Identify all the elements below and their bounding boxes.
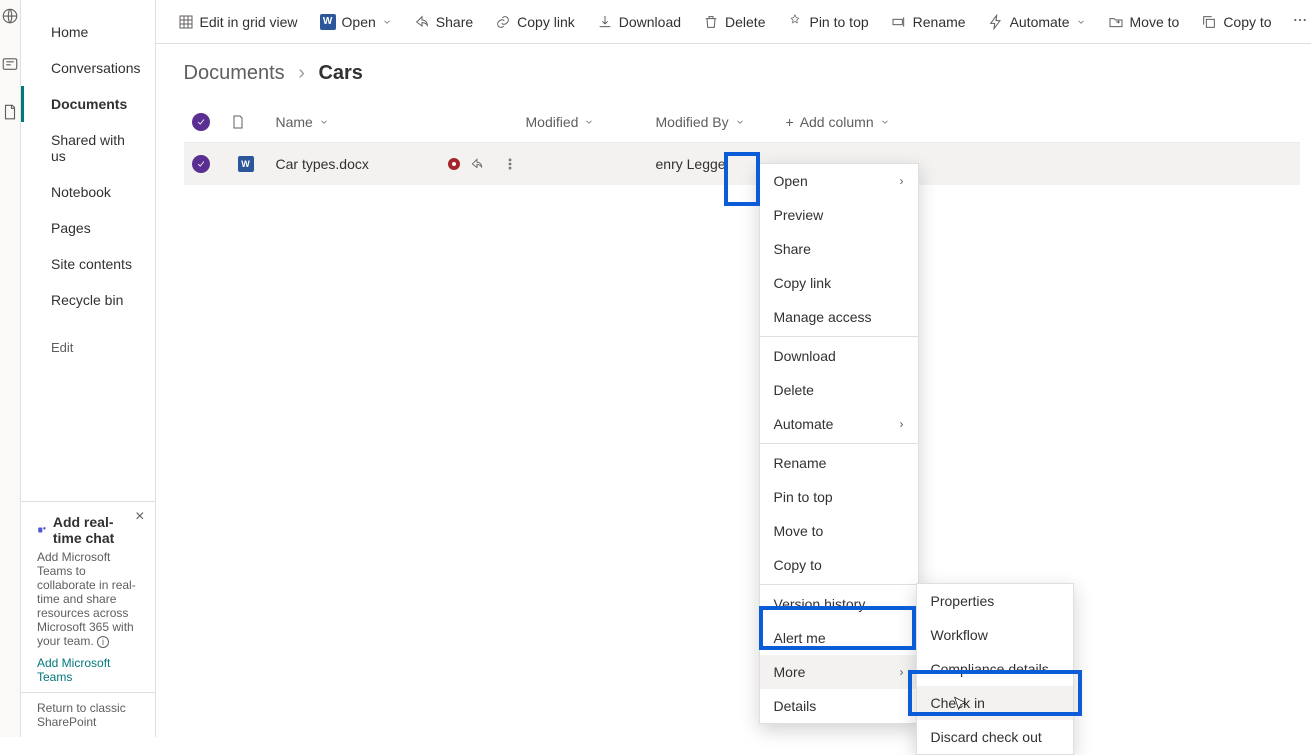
row-selected-icon[interactable] (192, 155, 210, 173)
nav-pages[interactable]: Pages (21, 210, 155, 246)
teams-promo-card: × Add real-time chat Add Microsoft Teams… (21, 501, 155, 692)
promo-body: Add Microsoft Teams to collaborate in re… (37, 550, 139, 648)
menu-divider (760, 336, 918, 337)
command-bar: Edit in grid view W Open Share Copy link… (156, 0, 1311, 44)
chevron-right-icon: › (900, 417, 904, 431)
menu-manage-access[interactable]: Manage access (760, 300, 918, 334)
nav-documents[interactable]: Documents (21, 86, 155, 122)
open-button[interactable]: W Open (310, 8, 402, 36)
name-column[interactable]: Name (276, 114, 526, 130)
nav-shared[interactable]: Shared with us (21, 122, 155, 174)
submenu-properties[interactable]: Properties (917, 584, 1073, 618)
rename-button[interactable]: Rename (881, 8, 976, 36)
nav-edit[interactable]: Edit (21, 318, 155, 365)
menu-more[interactable]: More› (760, 655, 918, 689)
check-icon (192, 113, 210, 131)
menu-alert-me[interactable]: Alert me (760, 621, 918, 655)
select-all[interactable] (184, 113, 230, 131)
menu-move[interactable]: Move to (760, 514, 918, 548)
chevron-down-icon (1076, 17, 1086, 27)
menu-open[interactable]: Open› (760, 164, 918, 198)
menu-divider (760, 584, 918, 585)
chevron-down-icon (382, 17, 392, 27)
list-header: Name Modified Modified By +Add column (184, 101, 1300, 143)
file-context-menu: Open› Preview Share Copy link Manage acc… (759, 163, 919, 724)
app-rail (0, 0, 21, 737)
copy-button[interactable]: Copy to (1191, 8, 1281, 36)
pin-button[interactable]: Pin to top (777, 8, 878, 36)
word-icon: W (320, 14, 336, 30)
submenu-check-in[interactable]: Check in (917, 686, 1073, 720)
menu-copy-link[interactable]: Copy link (760, 266, 918, 300)
close-icon[interactable]: × (135, 508, 144, 526)
nav-notebook[interactable]: Notebook (21, 174, 155, 210)
menu-pin[interactable]: Pin to top (760, 480, 918, 514)
menu-details[interactable]: Details (760, 689, 918, 723)
move-button[interactable]: Move to (1098, 8, 1190, 36)
nav-recycle-bin[interactable]: Recycle bin (21, 282, 155, 318)
share-icon[interactable] (470, 157, 484, 171)
breadcrumb: Documents › Cars (156, 44, 1311, 101)
file-row[interactable]: W Car types.docx enry Legge (184, 143, 1300, 185)
chevron-right-icon: › (900, 174, 904, 188)
menu-rename[interactable]: Rename (760, 446, 918, 480)
submenu-workflow[interactable]: Workflow (917, 618, 1073, 652)
menu-divider (760, 443, 918, 444)
breadcrumb-parent[interactable]: Documents (184, 62, 285, 84)
nav-home[interactable]: Home (21, 14, 155, 50)
menu-version-history[interactable]: Version history (760, 587, 918, 621)
menu-automate[interactable]: Automate› (760, 407, 918, 441)
promo-title: Add real-time chat (37, 514, 139, 546)
news-icon[interactable] (0, 54, 20, 74)
modified-by-column[interactable]: Modified By (656, 114, 786, 130)
nav-site-contents[interactable]: Site contents (21, 246, 155, 282)
modified-column[interactable]: Modified (526, 114, 656, 130)
cursor-icon (952, 696, 968, 712)
classic-link[interactable]: Return to classic SharePoint (21, 692, 155, 737)
site-nav: Home Conversations Documents Shared with… (21, 0, 156, 737)
download-button[interactable]: Download (587, 8, 691, 36)
delete-button[interactable]: Delete (693, 8, 775, 36)
globe-icon[interactable] (0, 6, 20, 26)
menu-preview[interactable]: Preview (760, 198, 918, 232)
file-list: Name Modified Modified By +Add column W … (156, 101, 1311, 185)
toolbar-overflow-button[interactable] (1284, 6, 1311, 37)
chevron-right-icon: › (900, 665, 904, 679)
breadcrumb-current: Cars (318, 62, 362, 84)
chevron-right-icon: › (298, 62, 305, 84)
automate-button[interactable]: Automate (978, 8, 1096, 36)
copy-link-button[interactable]: Copy link (485, 8, 585, 36)
file-name[interactable]: Car types.docx (276, 156, 369, 172)
more-submenu: Properties Workflow Compliance details C… (916, 583, 1074, 755)
menu-download[interactable]: Download (760, 339, 918, 373)
share-button[interactable]: Share (404, 8, 483, 36)
type-column[interactable] (230, 114, 276, 130)
page-icon[interactable] (0, 102, 20, 122)
menu-share[interactable]: Share (760, 232, 918, 266)
add-column-button[interactable]: +Add column (786, 114, 946, 130)
edit-grid-button[interactable]: Edit in grid view (168, 8, 308, 36)
menu-copy[interactable]: Copy to (760, 548, 918, 582)
row-actions-button[interactable] (494, 148, 526, 180)
word-file-icon: W (238, 156, 254, 172)
promo-link[interactable]: Add Microsoft Teams (37, 656, 139, 684)
main-area: Edit in grid view W Open Share Copy link… (156, 0, 1311, 737)
nav-conversations[interactable]: Conversations (21, 50, 155, 86)
submenu-compliance[interactable]: Compliance details (917, 652, 1073, 686)
submenu-discard[interactable]: Discard check out (917, 720, 1073, 754)
menu-delete[interactable]: Delete (760, 373, 918, 407)
checked-out-icon (448, 158, 460, 170)
